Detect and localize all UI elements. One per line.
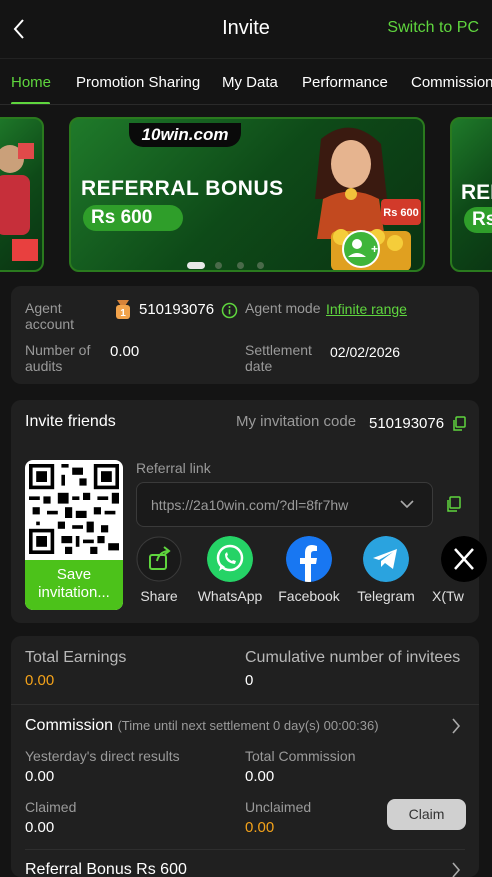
share-option-label: Telegram — [357, 588, 415, 604]
save-invitation-button[interactable]: Save invitation... — [25, 560, 123, 610]
share-option-label: WhatsApp — [197, 588, 263, 604]
top-bar: Invite Switch to PC — [0, 0, 492, 58]
settlement-date-value: 02/02/2026 — [330, 344, 401, 360]
invite-friends-title: Invite friends — [25, 413, 116, 430]
pagination-dot[interactable] — [237, 262, 244, 269]
chevron-right-icon[interactable] — [451, 862, 461, 877]
claim-button[interactable]: Claim — [387, 799, 466, 830]
commission-header[interactable]: Commission (Time until next settlement 0… — [25, 717, 379, 735]
pagination-dot-active[interactable] — [187, 262, 205, 269]
svg-text:1: 1 — [120, 308, 126, 319]
tab-my-data[interactable]: My Data — [222, 74, 278, 91]
audits-value: 0.00 — [110, 343, 140, 360]
earnings-commission-card: Total Earnings 0.00 Cumulative number of… — [11, 636, 479, 877]
invitation-code-label: My invitation code — [236, 413, 357, 430]
switch-to-pc-link[interactable]: Switch to PC — [387, 19, 479, 37]
audits-label: Number of audits — [25, 342, 91, 374]
settlement-date-label: Settlement date — [245, 342, 312, 374]
qr-code-panel: Save invitation... — [25, 460, 123, 610]
banner-peek-headline: REF — [461, 181, 492, 204]
unclaimed-label: Unclaimed — [245, 799, 312, 815]
svg-text:Rs 600: Rs 600 — [383, 207, 418, 219]
agent-mode-label: Agent mode — [245, 300, 321, 316]
share-option-whatsapp[interactable]: WhatsApp — [195, 536, 265, 604]
total-earnings-value: 0.00 — [25, 672, 55, 689]
whatsapp-icon — [207, 536, 253, 582]
banner-slide-referral-bonus[interactable]: 10win.com REFERRAL BONUS Rs 600 Rs 600 + — [69, 117, 425, 272]
telegram-icon — [363, 536, 409, 582]
medal-icon: 1 — [116, 300, 130, 319]
share-option-facebook[interactable]: Facebook — [274, 536, 344, 604]
character-art-icon — [0, 143, 38, 261]
settlement-countdown: (Time until next settlement 0 day(s) 00:… — [117, 718, 379, 733]
banner-carousel[interactable]: 10win.com REFERRAL BONUS Rs 600 Rs 600 + — [0, 117, 492, 274]
referral-bonus-title[interactable]: Referral Bonus Rs 600 — [25, 861, 187, 877]
pagination-dot[interactable] — [257, 262, 264, 269]
banner-peek-amount: Rs — [464, 207, 492, 233]
commission-title: Commission — [25, 717, 114, 734]
claimed-value: 0.00 — [25, 819, 55, 836]
share-option-share[interactable]: Share — [124, 536, 194, 604]
pagination-dot[interactable] — [215, 262, 222, 269]
x-icon — [441, 536, 487, 582]
banner-amount: Rs 600 — [83, 205, 183, 231]
copy-code-icon[interactable] — [452, 416, 466, 431]
chevron-right-icon[interactable] — [451, 718, 461, 734]
character-with-coins-illustration: Rs 600 + — [315, 127, 421, 270]
section-divider — [11, 704, 479, 705]
agent-mode-link[interactable]: Infinite range — [326, 301, 407, 317]
invitees-value: 0 — [245, 672, 254, 689]
share-option-label: Share — [140, 588, 178, 604]
yesterday-results-value: 0.00 — [25, 768, 55, 785]
banner-headline: REFERRAL BONUS — [81, 177, 284, 200]
tab-bar: Home Promotion Sharing My Data Performan… — [0, 58, 492, 105]
share-option-label: Facebook — [278, 588, 340, 604]
share-option-label: X(Tw — [432, 588, 464, 604]
referral-link-value: https://2a10win.com/?dl=8fr7hw — [151, 497, 349, 513]
total-earnings-label: Total Earnings — [25, 649, 127, 666]
tab-commission[interactable]: Commission — [411, 74, 492, 91]
facebook-icon — [286, 536, 332, 582]
banner-slide-next[interactable]: REF Rs — [450, 117, 492, 272]
tab-home[interactable]: Home — [11, 74, 51, 91]
referral-link-field[interactable]: https://2a10win.com/?dl=8fr7hw — [136, 482, 433, 527]
invite-friends-card: Invite friends My invitation code 510193… — [11, 400, 487, 623]
share-option-telegram[interactable]: Telegram — [351, 536, 421, 604]
section-divider — [25, 849, 465, 850]
agent-info-card: Agent account 1 510193076 Agent mode Inf… — [11, 286, 479, 384]
copy-link-icon[interactable] — [446, 496, 461, 512]
agent-account-value: 510193076 — [139, 301, 215, 318]
agent-account-label: Agent account — [25, 300, 75, 332]
tab-performance[interactable]: Performance — [302, 74, 388, 91]
share-option-x[interactable]: X(Tw — [428, 536, 488, 604]
unclaimed-value: 0.00 — [245, 819, 275, 836]
info-icon[interactable] — [221, 302, 238, 319]
yesterday-results-label: Yesterday's direct results — [25, 748, 180, 764]
share-icon — [136, 536, 182, 582]
svg-text:+: + — [371, 242, 378, 256]
banner-slide-prev[interactable] — [0, 117, 44, 272]
brand-logo: 10win.com — [129, 123, 241, 147]
claimed-label: Claimed — [25, 799, 77, 815]
tab-promotion-sharing[interactable]: Promotion Sharing — [76, 74, 200, 91]
qr-code — [29, 464, 119, 554]
total-commission-label: Total Commission — [245, 748, 356, 764]
total-commission-value: 0.00 — [245, 768, 275, 785]
invitation-code-value: 510193076 — [369, 415, 445, 432]
chevron-down-icon[interactable] — [400, 499, 414, 509]
referral-link-label: Referral link — [136, 460, 211, 476]
invitees-label: Cumulative number of invitees — [245, 649, 461, 666]
active-tab-indicator — [11, 102, 50, 104]
